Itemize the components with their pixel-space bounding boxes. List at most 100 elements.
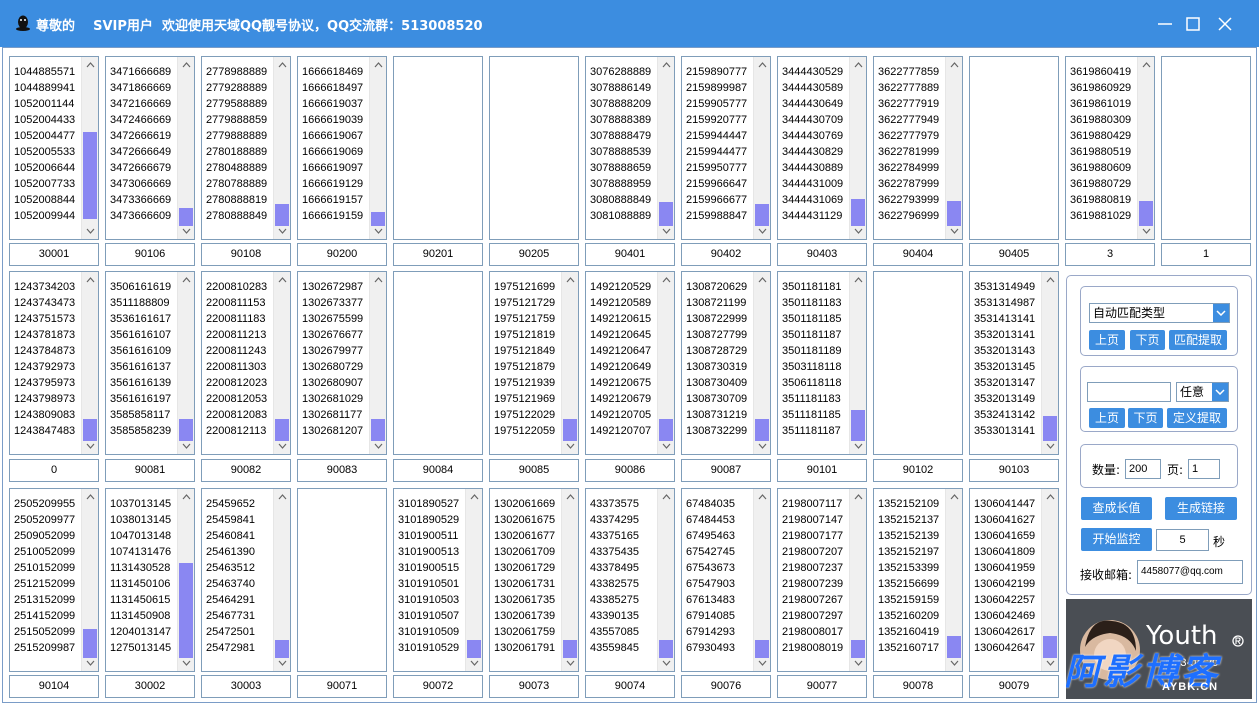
custom-extract-button[interactable]: 定义提取 [1167, 408, 1227, 428]
list-item[interactable]: 43390135 [590, 608, 639, 624]
list-item[interactable]: 2200811303 [206, 359, 267, 375]
number-listbox[interactable]: 25459652 25459841 25460841 25461390 25463512… [201, 488, 291, 672]
list-item[interactable]: 1302061739 [494, 608, 555, 624]
list-item[interactable]: 1302061669 [494, 496, 555, 512]
list-item[interactable]: 1302061709 [494, 544, 555, 560]
list-item[interactable]: 1492120647 [590, 343, 651, 359]
list-item[interactable]: 3619880819 [1070, 192, 1131, 208]
number-listbox[interactable]: 3619860419 3619860929 3619861019 3619880309… [1065, 56, 1155, 240]
number-listbox[interactable]: 3101890527 3101890529 3101900511 3101900513… [393, 488, 483, 672]
list-item[interactable]: 1492120529 [590, 279, 651, 295]
scrollbar-thumb[interactable] [659, 419, 673, 442]
list-item[interactable]: 1052009944 [14, 208, 75, 224]
code-field[interactable]: 90086 [585, 459, 675, 482]
chevron-up-icon[interactable] [370, 57, 386, 73]
code-field[interactable]: 30001 [9, 243, 99, 266]
close-icon[interactable] [1213, 12, 1237, 36]
list-item[interactable]: 1975121969 [494, 391, 555, 407]
chevron-up-icon[interactable] [82, 272, 98, 288]
list-item[interactable]: 3619880519 [1070, 144, 1131, 160]
list-item[interactable]: 43385275 [590, 592, 639, 608]
list-item[interactable]: 1302061729 [494, 560, 555, 576]
scrollbar-thumb[interactable] [179, 419, 193, 442]
list-item[interactable]: 1052006644 [14, 160, 75, 176]
list-item[interactable]: 3444431069 [782, 192, 843, 208]
list-item[interactable]: 3076288889 [590, 64, 651, 80]
next-page-button-1[interactable]: 下页 [1130, 330, 1165, 350]
code-field[interactable]: 90403 [777, 243, 867, 266]
list-item[interactable]: 1074131476 [110, 544, 171, 560]
list-item[interactable]: 1352152137 [878, 512, 939, 528]
scrollbar[interactable] [753, 272, 770, 454]
scrollbar[interactable] [465, 489, 482, 671]
list-item[interactable]: 1302673377 [302, 295, 363, 311]
list-item[interactable]: 1666619069 [302, 144, 363, 160]
list-item[interactable]: 3080888849 [590, 192, 651, 208]
code-field[interactable]: 90084 [393, 459, 483, 482]
scrollbar-thumb[interactable] [755, 639, 769, 659]
list-item[interactable]: 2780888849 [206, 208, 267, 224]
list-item[interactable]: 3078888959 [590, 176, 651, 192]
list-item[interactable]: 1243781873 [14, 327, 75, 343]
list-item[interactable]: 2780488889 [206, 160, 267, 176]
chevron-up-icon[interactable] [562, 489, 578, 505]
list-item[interactable]: 3511181183 [782, 391, 842, 407]
list-item[interactable]: 3078888539 [590, 144, 651, 160]
list-item[interactable]: 43375165 [590, 528, 639, 544]
list-item[interactable]: 1302061759 [494, 624, 555, 640]
list-item[interactable]: 1975121939 [494, 375, 555, 391]
scrollbar-thumb[interactable] [371, 211, 385, 227]
scrollbar[interactable] [561, 272, 578, 454]
list-item[interactable]: 2510052099 [14, 544, 75, 560]
list-item[interactable]: 3532413142 [974, 407, 1035, 423]
list-item[interactable]: 1492120705 [590, 407, 651, 423]
list-item[interactable]: 1306041959 [974, 560, 1035, 576]
check-growth-value-button[interactable]: 查成长值 [1081, 497, 1152, 520]
scrollbar-thumb[interactable] [659, 202, 673, 227]
list-item[interactable]: 2198007297 [782, 608, 843, 624]
list-item[interactable]: 1666619037 [302, 96, 363, 112]
list-item[interactable]: 1243847483 [14, 423, 75, 439]
chevron-up-icon[interactable] [82, 57, 98, 73]
list-item[interactable]: 1204013147 [110, 624, 171, 640]
list-item[interactable]: 3531314949 [974, 279, 1035, 295]
code-field[interactable]: 90205 [489, 243, 579, 266]
scrollbar[interactable] [849, 57, 866, 239]
list-item[interactable]: 1352160717 [878, 640, 939, 656]
list-item[interactable]: 1302061731 [494, 576, 555, 592]
list-item[interactable]: 1243743473 [14, 295, 75, 311]
number-listbox[interactable]: 3506161619 3511188809 3536161617 3561616107… [105, 271, 195, 455]
list-item[interactable]: 2513152099 [14, 592, 75, 608]
scrollbar[interactable] [849, 489, 866, 671]
scrollbar[interactable] [273, 57, 290, 239]
code-field[interactable]: 90071 [297, 675, 387, 698]
list-item[interactable]: 3506161619 [110, 279, 171, 295]
list-item[interactable]: 67495463 [686, 528, 735, 544]
code-field[interactable]: 90081 [105, 459, 195, 482]
list-item[interactable]: 1492120679 [590, 391, 651, 407]
list-item[interactable]: 3472666679 [110, 160, 171, 176]
list-item[interactable]: 3532013141 [974, 327, 1035, 343]
custom-pattern-input[interactable] [1087, 382, 1171, 402]
number-listbox[interactable]: 3076288889 3078886149 3078888209 3078888389… [585, 56, 675, 240]
list-item[interactable]: 2200812113 [206, 423, 267, 439]
list-item[interactable]: 3532013143 [974, 343, 1035, 359]
chevron-up-icon[interactable] [850, 57, 866, 73]
list-item[interactable]: 67914085 [686, 608, 735, 624]
chevron-up-icon[interactable] [754, 272, 770, 288]
list-item[interactable]: 1302680729 [302, 359, 363, 375]
list-item[interactable]: 3622777889 [878, 80, 939, 96]
list-item[interactable]: 3078888479 [590, 128, 651, 144]
list-item[interactable]: 2512152099 [14, 576, 75, 592]
list-item[interactable]: 2779588889 [206, 96, 267, 112]
list-item[interactable]: 2200812023 [206, 375, 267, 391]
list-item[interactable]: 1492120707 [590, 423, 651, 439]
list-item[interactable]: 3622781999 [878, 144, 939, 160]
list-item[interactable]: 3473066669 [110, 176, 171, 192]
list-item[interactable]: 1308730409 [686, 375, 747, 391]
number-listbox[interactable]: 1037013145 1038013145 1047013148 1074131476… [105, 488, 195, 672]
list-item[interactable]: 25464291 [206, 592, 255, 608]
scrollbar-thumb[interactable] [83, 419, 97, 442]
interval-input[interactable]: 5 [1156, 529, 1209, 551]
scrollbar[interactable] [1041, 272, 1058, 454]
